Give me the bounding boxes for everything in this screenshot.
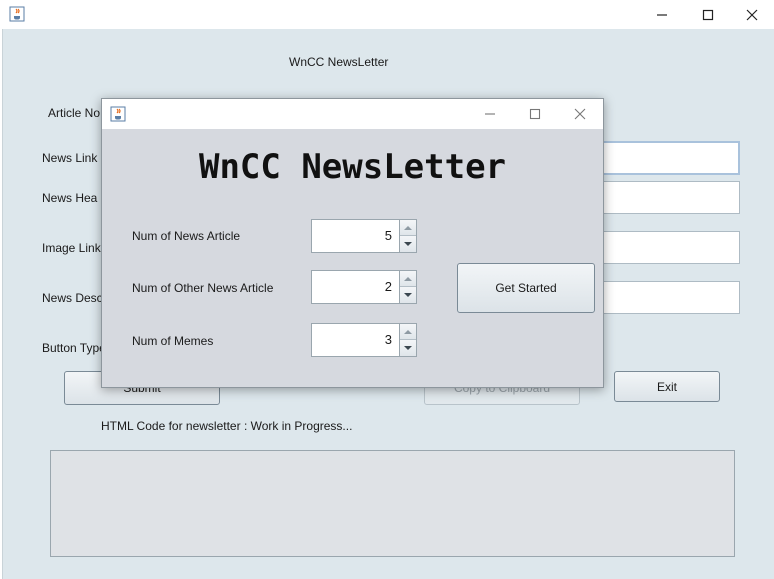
maximize-button[interactable] <box>685 0 731 29</box>
java-coffee-icon <box>9 6 25 22</box>
dialog-titlebar <box>102 99 603 129</box>
spinner-up-button[interactable] <box>400 271 416 287</box>
html-output-textarea[interactable] <box>50 450 735 557</box>
news-link-label: News Link <box>42 151 98 165</box>
dialog-minimize-button[interactable] <box>467 99 513 129</box>
article-no-label: Article No <box>48 106 101 120</box>
dialog-maximize-button[interactable] <box>512 99 558 129</box>
spinner-down-button[interactable] <box>400 236 416 252</box>
news-desc-label: News Desc <box>42 291 103 305</box>
arrow-down-icon <box>404 242 412 246</box>
main-heading: WnCC NewsLetter <box>289 55 389 69</box>
spinner-down-button[interactable] <box>400 340 416 356</box>
maximize-icon <box>529 108 541 120</box>
setup-dialog: WnCC NewsLetter Num of News Article 5 Nu… <box>101 98 604 388</box>
spinner-up-button[interactable] <box>400 324 416 340</box>
image-link-label: Image Link <box>42 241 101 255</box>
news-article-count-label: Num of News Article <box>132 229 241 243</box>
other-news-spinner[interactable]: 2 <box>311 270 417 304</box>
dialog-close-button[interactable] <box>557 99 603 129</box>
minimize-button[interactable] <box>639 0 685 29</box>
news-article-spinner[interactable]: 5 <box>311 219 417 253</box>
minimize-icon <box>485 113 495 115</box>
dialog-heading: WnCC NewsLetter <box>198 147 507 187</box>
arrow-up-icon <box>404 329 412 334</box>
other-news-count-value[interactable]: 2 <box>385 271 392 303</box>
news-heading-label: News Hea <box>42 191 98 205</box>
arrow-up-icon <box>404 225 412 230</box>
maximize-icon <box>702 9 714 20</box>
news-heading-input[interactable] <box>580 181 740 214</box>
news-desc-input[interactable] <box>580 281 740 314</box>
memes-count-label: Num of Memes <box>132 334 214 348</box>
java-coffee-icon <box>110 106 126 122</box>
memes-spinner[interactable]: 3 <box>311 323 417 357</box>
spinner-buttons <box>399 220 416 252</box>
minimize-icon <box>657 13 667 16</box>
close-button[interactable] <box>729 0 774 29</box>
close-icon <box>574 108 586 120</box>
status-text: HTML Code for newsletter : Work in Progr… <box>101 419 353 433</box>
memes-count-value[interactable]: 3 <box>385 324 392 356</box>
other-news-count-label: Num of Other News Article <box>132 281 274 295</box>
arrow-down-icon <box>404 293 412 297</box>
spinner-down-button[interactable] <box>400 287 416 303</box>
arrow-up-icon <box>404 276 412 281</box>
spinner-buttons <box>399 271 416 303</box>
arrow-down-icon <box>404 346 412 350</box>
news-link-input[interactable] <box>580 141 740 175</box>
exit-button[interactable]: Exit <box>614 371 720 402</box>
main-titlebar <box>0 0 774 29</box>
close-icon <box>746 9 758 20</box>
spinner-up-button[interactable] <box>400 220 416 236</box>
spinner-buttons <box>399 324 416 356</box>
button-type-label: Button Type <box>42 341 106 355</box>
image-link-input[interactable] <box>580 231 740 264</box>
news-article-count-value[interactable]: 5 <box>385 220 392 252</box>
get-started-button[interactable]: Get Started <box>457 263 595 313</box>
